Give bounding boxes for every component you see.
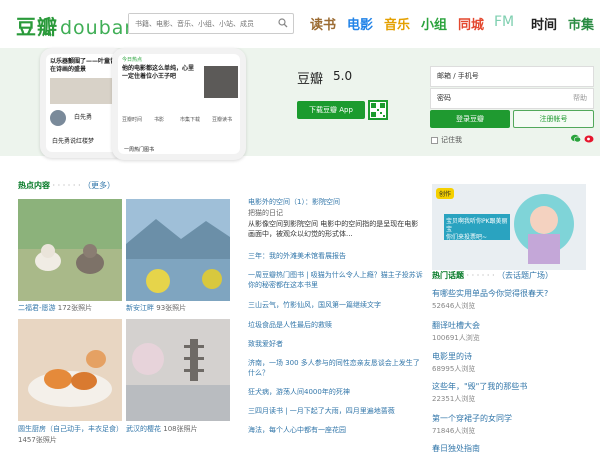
photo-album-1[interactable] <box>18 199 122 303</box>
phone1-headline: 以乐器颤围了——叶童曾在诗画的盛景 <box>50 58 117 73</box>
avatar <box>50 110 66 126</box>
douban-logo[interactable]: 豆瓣 douban <box>16 11 137 40</box>
login-form: 邮箱 / 手机号 密码 帮助 登录豆瓣 注册帐号 记住我 <box>427 48 600 156</box>
topic-count: 52646人浏览 <box>432 302 476 310</box>
lake-photo <box>126 199 230 301</box>
topic-link[interactable]: 春日独处指南 <box>432 443 480 454</box>
hot-section-title: 热点内容 · · · · · · （更多） <box>18 181 116 190</box>
promo-line-2: 你们来投票吧~ <box>446 234 488 241</box>
site-header: 豆瓣douban 读书 电影 音乐 小组 同城 FM 时间 市集 <box>0 0 600 48</box>
nav-events[interactable]: 同城 <box>458 14 484 33</box>
phone2-image <box>204 66 238 98</box>
nav-music[interactable]: 音乐 <box>384 14 410 33</box>
remember-me[interactable]: 记住我 <box>431 135 462 145</box>
phone2-headline: 他的电影都这么单纯，心里一定住着位小王子吧 <box>122 65 195 80</box>
nav-market[interactable]: 市集 <box>568 14 594 33</box>
photo-album-3-caption[interactable]: 圆生厨房（自己动手，丰衣足食） <box>18 424 123 435</box>
download-app-button[interactable]: 下载豆瓣 App <box>297 101 365 119</box>
article-link[interactable]: 致我爱好者 <box>248 339 283 349</box>
article-link[interactable]: 济南，一场 300 多人参与的同性恋亲友恳谈会上发生了什么？ <box>248 358 423 378</box>
remember-label: 记住我 <box>441 136 462 144</box>
phone2-tab-media: 书影 <box>154 117 165 123</box>
photo-album-2-caption[interactable]: 新安江畔 93张照片 <box>126 303 186 313</box>
phone2-bottom: 一周热门图书 <box>124 147 155 153</box>
article-link[interactable]: 狂犬病，游荡人间4000年的死神 <box>248 387 350 397</box>
topic-count: 100691人浏览 <box>432 334 480 342</box>
photo-album-2[interactable] <box>126 199 230 303</box>
weibo-icon[interactable] <box>584 134 594 143</box>
pagoda-photo <box>126 319 230 421</box>
phone2-tab: 今日热点 <box>122 57 143 63</box>
remember-checkbox[interactable] <box>431 136 438 144</box>
photo-album-3[interactable] <box>18 319 122 423</box>
phone2-tabs: 豆瓣时间 书影 市集下载 豆瓣读书 <box>122 116 240 132</box>
app-banner: 以乐器颤围了——叶童曾在诗画的盛景 白先勇 白先勇说红楼梦 今日热点 他的电影都… <box>0 48 600 160</box>
register-button[interactable]: 注册帐号 <box>513 110 594 128</box>
article-link[interactable]: 三年：我的外滩美术馆看展报告 <box>248 251 346 261</box>
photo-album-4[interactable] <box>126 319 230 423</box>
nav-time[interactable]: 时间 <box>531 14 557 33</box>
nav-fm[interactable]: FM <box>494 14 514 30</box>
article-author: 把猫的日记 <box>248 209 283 217</box>
promo-ad[interactable]: 创作 宝贝啊我听你PK跟美丽宝 你们来投票吧~ <box>432 184 586 270</box>
wechat-icon[interactable] <box>571 134 581 143</box>
phone2-tab-time: 豆瓣时间 <box>122 117 143 123</box>
promo-badge: 创作 <box>436 188 455 199</box>
photo-album-1-caption[interactable]: 二福君-愿游 172张照片 <box>18 303 92 313</box>
topic-count: 68995人浏览 <box>432 365 476 373</box>
search-input[interactable] <box>129 14 269 33</box>
phone1-image <box>50 78 114 104</box>
topic-link[interactable]: 翻译吐槽大会 <box>432 320 480 331</box>
topics-title: 热门话题 · · · · · · （去话题广场） <box>432 271 554 280</box>
topic-link[interactable]: 有哪些实用单品今你觉得很春天? <box>432 288 548 299</box>
nav-movies[interactable]: 电影 <box>347 14 373 33</box>
search-icon[interactable] <box>278 18 288 28</box>
topic-link[interactable]: 第一个穿裙子的女同学 <box>432 413 512 424</box>
article-link[interactable]: 三山云气，竹影仙风，国风第一篇继续文字 <box>248 300 381 310</box>
topic-count: 22351人浏览 <box>432 395 476 403</box>
app-version: 5.0 <box>333 69 353 83</box>
article-link[interactable]: 电影外的空间（1）：影院空间 <box>248 197 340 207</box>
login-button[interactable]: 登录豆瓣 <box>430 110 510 128</box>
app-name: 豆瓣 <box>297 72 324 87</box>
article-link[interactable]: 海法，每个人心中都有一座花园 <box>248 425 346 435</box>
topic-count: 71846人浏览 <box>432 427 476 435</box>
password-placeholder: 密码 <box>437 94 451 102</box>
food-photo <box>18 319 122 421</box>
hot-more-link[interactable]: （更多） <box>83 181 115 190</box>
phone1-bottom: 白先勇说红楼梦 <box>52 138 95 145</box>
promo-line-1: 宝贝啊我听你PK跟美丽宝 <box>446 218 508 233</box>
photo-album-4-caption[interactable]: 武汉的樱花 108张照片 <box>126 424 198 434</box>
article-link[interactable]: 一周豆瓣热门图书 | 吸猫为什么令人上瘾？猫主子投苏诉你的秘密都在这本书里 <box>248 270 423 290</box>
nav-groups[interactable]: 小组 <box>421 14 447 33</box>
promo-text: 宝贝啊我听你PK跟美丽宝 你们来投票吧~ <box>446 218 510 242</box>
photo-album-3-count: 1457张照片 <box>18 436 57 444</box>
phone1-user: 白先勇 <box>74 114 93 121</box>
phone-mockup-right: 今日热点 他的电影都这么单纯，心里一定住着位小王子吧 豆瓣时间 书影 市集下载 … <box>112 48 246 160</box>
qr-code-icon[interactable] <box>368 100 388 120</box>
nav-books[interactable]: 读书 <box>310 14 336 33</box>
cats-photo <box>18 199 122 301</box>
article-link[interactable]: 垃圾食品是人性最后的救赎 <box>248 320 332 330</box>
email-field[interactable]: 邮箱 / 手机号 <box>430 66 594 87</box>
phone2-tab-market: 市集下载 <box>180 117 201 123</box>
topic-link[interactable]: 电影里的诗 <box>432 351 472 362</box>
help-link[interactable]: 帮助 <box>573 89 587 108</box>
phone2-tab-reading: 豆瓣读书 <box>212 117 233 123</box>
article-link[interactable]: 三四月读书 | 一月下起了大雨，四月里遍地蔷薇 <box>248 406 395 416</box>
topic-link[interactable]: 这些年，"毁"了我的那些书 <box>432 381 527 392</box>
top-nav: 读书 电影 音乐 小组 同城 FM 时间 市集 <box>310 14 600 36</box>
password-field[interactable]: 密码 帮助 <box>430 88 594 109</box>
article-desc: 从影像空间到影院空间 电影中的空间指的是呈现在电影画面中，被观众以幻觉的形式体.… <box>248 220 419 238</box>
topics-more-link[interactable]: （去话题广场） <box>497 271 553 280</box>
search-box <box>128 13 294 34</box>
